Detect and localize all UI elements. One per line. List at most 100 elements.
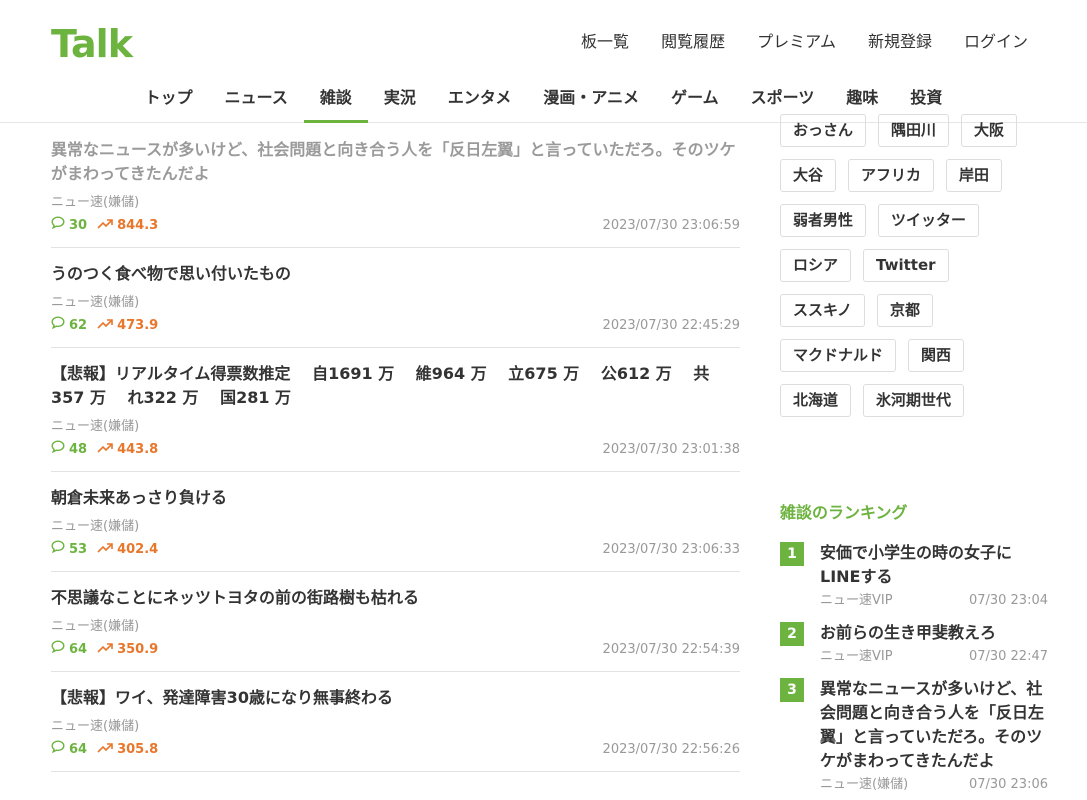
comment-count: 53: [51, 540, 87, 559]
ranking-meta: ニュー速VIP 07/30 23:04: [820, 591, 1048, 611]
trend-up-icon: [97, 741, 117, 759]
ranking-meta: ニュー速VIP 07/30 22:47: [820, 647, 1048, 667]
tag-chip[interactable]: 京都: [876, 294, 933, 327]
tag-chip[interactable]: 大阪: [961, 114, 1018, 147]
trend-score: 473.9: [97, 317, 158, 335]
post-timestamp: 2023/07/30 22:54:39: [602, 642, 740, 657]
comment-icon: [51, 316, 69, 335]
comment-icon: [51, 740, 69, 759]
ranking-item[interactable]: 2 お前らの生き甲斐教えろ ニュー速VIP 07/30 22:47: [780, 621, 1048, 667]
comment-icon: [51, 216, 69, 235]
comment-count: 64: [51, 640, 87, 659]
ranking-title-link[interactable]: お前らの生き甲斐教えろ: [820, 621, 1048, 645]
post-item[interactable]: 不思議なことにネッツトヨタの前の街路樹も枯れる ニュー速(嫌儲) 64 350.9 20…: [51, 572, 740, 672]
post-title[interactable]: 朝倉未来あっさり負ける: [51, 486, 740, 510]
nav-tab-6[interactable]: ゲーム: [655, 84, 735, 120]
post-source: ニュー速(嫌儲): [51, 295, 140, 310]
post-item[interactable]: うのつく食べ物で思い付いたもの ニュー速(嫌儲) 62 473.9 2023/07/30…: [51, 248, 740, 348]
trend-score: 844.3: [97, 217, 158, 235]
tag-cloud: おっさん 隅田川 大阪大谷 アフリカ 岸田弱者男性 ツイッター ロシア Twitter ススキノ…: [780, 114, 1048, 429]
rank-number-badge: 3: [780, 678, 804, 702]
nav-tab-1[interactable]: ニュース: [209, 84, 304, 120]
tag-chip[interactable]: マクドナルド: [780, 339, 897, 372]
tag-chip[interactable]: 岸田: [946, 159, 1003, 192]
trend-up-icon: [97, 217, 117, 235]
comment-count: 30: [51, 216, 87, 235]
tag-chip[interactable]: 関西: [908, 339, 965, 372]
comment-count: 48: [51, 440, 87, 459]
trend-up-icon: [97, 441, 117, 459]
trend-score-value: 443.8: [117, 441, 159, 457]
header-links: 板一覧 閲覧履歴 プレミアム 新規登録 ログイン: [549, 32, 1028, 52]
ranking-title-link[interactable]: 安価で小学生の時の女子にLINEする: [820, 541, 1048, 589]
header-link-login[interactable]: ログイン: [964, 32, 1028, 52]
tag-chip[interactable]: 北海道: [780, 384, 852, 417]
tag-chip[interactable]: 大谷: [780, 159, 837, 192]
tag-chip[interactable]: ツイッター: [878, 204, 980, 237]
tag-chip[interactable]: アフリカ: [848, 159, 935, 192]
header-link-signup[interactable]: 新規登録: [868, 32, 932, 52]
post-timestamp: 2023/07/30 23:06:33: [602, 542, 740, 557]
post-source: ニュー速(嫌儲): [51, 519, 140, 534]
ranking-body: 異常なニュースが多いけど、社会問題と向き合う人を「反日左翼」と言っていただろ。そ…: [820, 677, 1048, 795]
trend-score-value: 350.9: [117, 641, 159, 657]
comment-count-value: 64: [69, 741, 88, 757]
nav-tab-0[interactable]: トップ: [129, 84, 209, 120]
header-link-boards[interactable]: 板一覧: [581, 32, 629, 52]
post-source: ニュー速(嫌儲): [51, 419, 140, 434]
post-item[interactable]: 【悲報】リアルタイム得票数推定 自1691 万 維964 万 立675 万 公6…: [51, 348, 740, 472]
trend-up-icon: [97, 641, 117, 659]
post-title[interactable]: 異常なニュースが多いけど、社会問題と向き合う人を「反日左翼」と言っていただろ。そ…: [51, 138, 740, 186]
header-link-premium[interactable]: プレミアム: [757, 32, 836, 52]
ranking-item[interactable]: 3 異常なニュースが多いけど、社会問題と向き合う人を「反日左翼」と言っていただろ。…: [780, 677, 1048, 795]
trend-score: 402.4: [97, 541, 158, 559]
nav-tab-2[interactable]: 雑談: [303, 84, 368, 123]
post-title[interactable]: 【悲報】ワイ、発達障害30歳になり無事終わる: [51, 686, 740, 710]
post-source: ニュー速(嫌儲): [51, 195, 140, 210]
comment-count: 62: [51, 316, 87, 335]
post-source: ニュー速(嫌儲): [51, 719, 140, 734]
tag-chip[interactable]: Twitter: [863, 249, 949, 282]
ranking-time: 07/30 23:04: [968, 593, 1048, 608]
site-logo[interactable]: Talk: [51, 22, 133, 66]
ranking-title-link[interactable]: 異常なニュースが多いけど、社会問題と向き合う人を「反日左翼」と言っていただろ。そ…: [820, 677, 1048, 773]
post-title[interactable]: うのつく食べ物で思い付いたもの: [51, 262, 740, 286]
post-title[interactable]: 不思議なことにネッツトヨタの前の街路樹も枯れる: [51, 586, 740, 610]
post-timestamp: 2023/07/30 23:06:59: [602, 218, 740, 233]
post-item[interactable]: 異常なニュースが多いけど、社会問題と向き合う人を「反日左翼」と言っていただろ。そ…: [51, 124, 740, 248]
nav-tab-5[interactable]: 漫画・アニメ: [527, 84, 655, 120]
site-header: Talk 板一覧 閲覧履歴 プレミアム 新規登録 ログイン トップ ニュース 雑談実…: [0, 0, 1087, 123]
trend-up-icon: [97, 541, 117, 559]
ranking-source: ニュー速(嫌儲): [820, 777, 909, 792]
ranking-time: 07/30 23:06: [968, 777, 1048, 792]
ranking-title: 雑談のランキング: [780, 503, 908, 522]
comment-icon: [51, 640, 69, 659]
ranking-body: お前らの生き甲斐教えろ ニュー速VIP 07/30 22:47: [820, 621, 1048, 667]
post-item[interactable]: 朝倉未来あっさり負けるニュー速(嫌儲) 53 402.4 2023/07/30 23:…: [51, 472, 740, 572]
rank-number-badge: 1: [780, 542, 804, 566]
trend-score: 350.9: [97, 641, 158, 659]
tag-chip[interactable]: ロシア: [780, 249, 852, 282]
nav-tab-4[interactable]: エンタメ: [432, 84, 528, 120]
comment-count-value: 48: [69, 441, 88, 457]
ranking-item[interactable]: 1 安価で小学生の時の女子にLINEする ニュー速VIP 07/30 23:04: [780, 541, 1048, 611]
sidebar: おっさん 隅田川 大阪大谷 アフリカ 岸田弱者男性 ツイッター ロシア Twitter ススキノ…: [780, 114, 1048, 800]
rank-number-badge: 2: [780, 622, 804, 646]
post-timestamp: 2023/07/30 22:56:26: [602, 742, 740, 757]
post-title[interactable]: 【悲報】リアルタイム得票数推定 自1691 万 維964 万 立675 万 公6…: [51, 362, 740, 410]
trend-score-value: 473.9: [117, 317, 159, 333]
post-item[interactable]: 【悲報】ワイ、発達障害30歳になり無事終わるニュー速(嫌儲) 64 305.8 202…: [51, 672, 740, 772]
tag-chip[interactable]: 弱者男性: [780, 204, 867, 237]
tag-chip[interactable]: ススキノ: [780, 294, 865, 327]
header-link-history[interactable]: 閲覧履歴: [661, 32, 725, 52]
tag-chip[interactable]: 氷河期世代: [863, 384, 965, 417]
comment-count: 64: [51, 740, 87, 759]
ranking-meta: ニュー速(嫌儲) 07/30 23:06: [820, 775, 1048, 795]
tag-chip[interactable]: 隅田川: [878, 114, 950, 147]
tag-chip[interactable]: おっさん: [780, 114, 867, 147]
comment-count-value: 30: [69, 217, 88, 233]
ranking-source: ニュー速VIP: [820, 649, 893, 664]
nav-tab-3[interactable]: 実況: [368, 84, 432, 120]
trend-score: 305.8: [97, 741, 158, 759]
post-list: 異常なニュースが多いけど、社会問題と向き合う人を「反日左翼」と言っていただろ。そ…: [51, 124, 740, 772]
